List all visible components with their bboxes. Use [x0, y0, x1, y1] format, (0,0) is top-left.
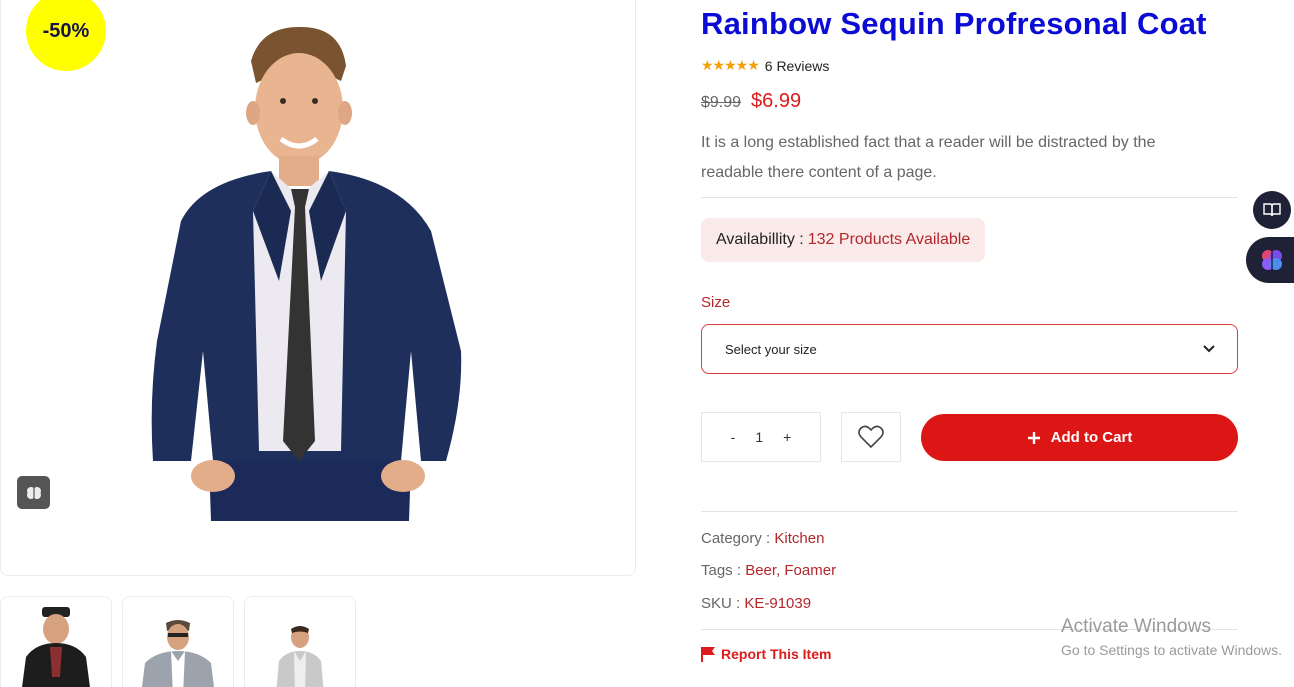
- watermark-line-1: Activate Windows: [1061, 616, 1211, 637]
- category-row: Category : Kitchen: [701, 530, 824, 547]
- ai-assistant-button[interactable]: [1246, 237, 1294, 283]
- book-icon: [1263, 203, 1281, 217]
- divider: [701, 197, 1238, 198]
- discount-badge: -50%: [26, 0, 106, 71]
- add-to-cart-button[interactable]: Add to Cart: [921, 414, 1238, 461]
- main-product-image[interactable]: -50%: [0, 0, 636, 576]
- thumbnail-2[interactable]: [122, 596, 234, 687]
- availability-value: 132 Products Available: [807, 231, 971, 248]
- add-to-cart-label: Add to Cart: [1050, 429, 1133, 446]
- report-item-link[interactable]: Report This Item: [701, 646, 831, 662]
- size-select[interactable]: Select your size: [701, 324, 1238, 374]
- thumb-check-shirt: [276, 626, 324, 687]
- chevron-down-icon: [1203, 345, 1215, 353]
- availability-box: Availabillity : 132 Products Available: [701, 218, 986, 262]
- tags-row: Tags : Beer, Foamer: [701, 562, 836, 579]
- size-select-placeholder: Select your size: [725, 341, 817, 357]
- thumb-leather-jacket: [22, 607, 90, 687]
- star-rating-icon: ★★★★★: [701, 57, 760, 73]
- category-link[interactable]: Kitchen: [774, 530, 824, 547]
- decrease-quantity-button[interactable]: -: [731, 429, 736, 445]
- sku-label: SKU :: [701, 595, 741, 612]
- increase-quantity-button[interactable]: +: [783, 429, 791, 445]
- brain-icon[interactable]: [17, 476, 50, 509]
- new-price: $6.99: [751, 90, 802, 112]
- divider: [701, 511, 1238, 512]
- sku-row: SKU : KE-91039: [701, 595, 811, 612]
- quantity-value[interactable]: 1: [755, 429, 763, 445]
- report-item-label: Report This Item: [721, 646, 832, 662]
- sku-value: KE-91039: [744, 595, 812, 612]
- availability-label: Availabillity :: [716, 231, 804, 248]
- quantity-stepper: - 1 +: [701, 412, 821, 462]
- product-title: Rainbow Sequin Profresonal Coat: [701, 6, 1207, 41]
- thumbnail-strip: [0, 596, 356, 687]
- heart-icon: [858, 425, 884, 449]
- old-price: $9.99: [701, 94, 742, 111]
- windows-activation-watermark: Activate Windows Go to Settings to activ…: [1061, 616, 1282, 658]
- reviews-link[interactable]: 6 Reviews: [765, 58, 830, 74]
- price: $9.99 $6.99: [701, 90, 801, 113]
- product-description: It is a long established fact that a rea…: [701, 134, 1156, 181]
- plus-icon: [1027, 431, 1040, 444]
- thumbnail-1[interactable]: [0, 596, 112, 687]
- thumb-check-blazer: [142, 620, 214, 687]
- tags-links[interactable]: Beer, Foamer: [745, 562, 836, 579]
- wishlist-button[interactable]: [841, 412, 901, 462]
- tags-label: Tags :: [701, 562, 742, 579]
- thumbnail-3[interactable]: [244, 596, 356, 687]
- reader-mode-button[interactable]: [1253, 191, 1291, 229]
- brain-icon: [1262, 250, 1282, 270]
- flag-icon: [701, 647, 715, 662]
- category-label: Category :: [701, 530, 771, 547]
- watermark-line-2: Go to Settings to activate Windows.: [1061, 642, 1282, 658]
- rating: ★★★★★ 6 Reviews: [701, 57, 829, 74]
- product-photo: [151, 26, 462, 521]
- size-label: Size: [701, 294, 731, 311]
